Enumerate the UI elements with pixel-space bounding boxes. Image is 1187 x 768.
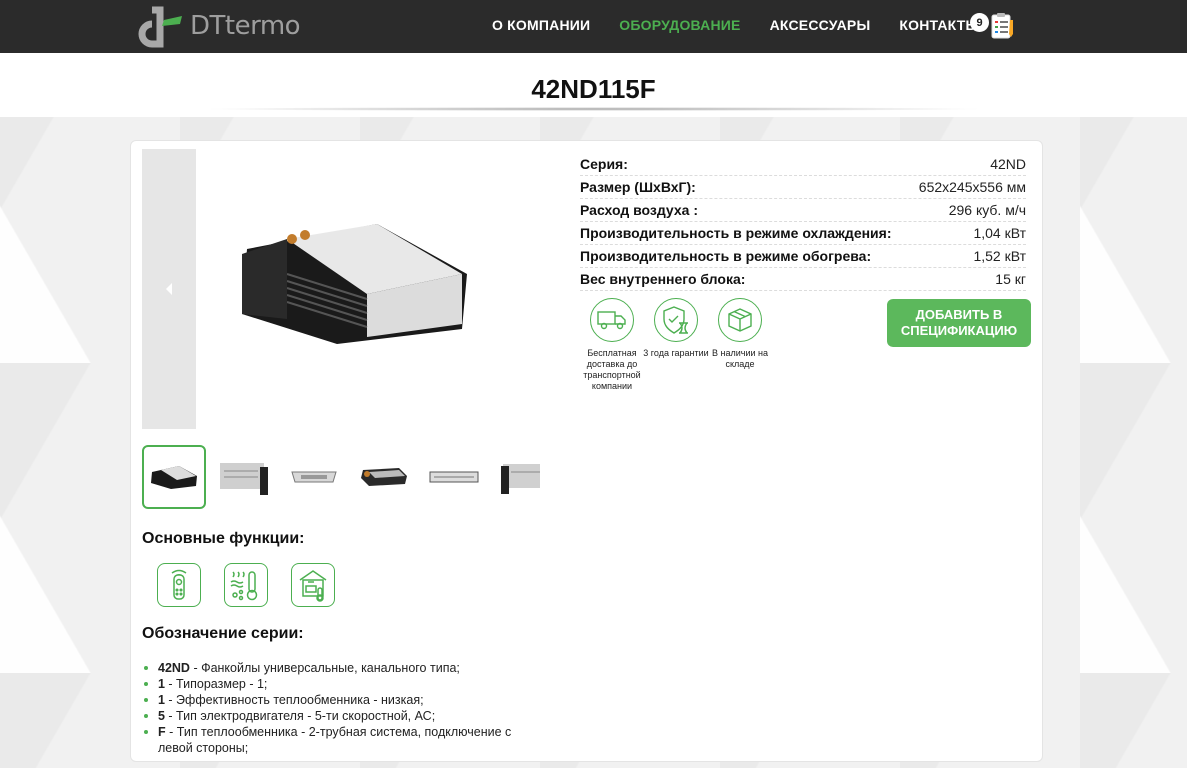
remote-control-icon	[157, 563, 201, 607]
product-card: Основные функции: Обозначение серии: 42N…	[130, 140, 1043, 762]
chevron-left-icon	[166, 283, 172, 295]
specification-cart[interactable]: 9	[970, 12, 1016, 40]
perk-warranty-text: 3 года гарантии	[643, 348, 709, 358]
main-nav: О КОМПАНИИ ОБОРУДОВАНИЕ АКСЕССУАРЫ КОНТА…	[492, 17, 1008, 33]
thumbnail-image	[429, 471, 479, 483]
logo-text: DTtermo	[190, 11, 301, 41]
perk-stock: В наличии на складе	[708, 298, 772, 392]
list-item: F - Тип теплообменника - 2-трубная систе…	[142, 724, 542, 756]
thumbnail-image	[361, 468, 407, 486]
spec-row-cooling: Производительность в режиме охлаждения: 1…	[580, 222, 1026, 245]
thumbnail-image	[501, 464, 540, 494]
thumbnail-1[interactable]	[142, 445, 206, 509]
spec-row-series: Серия: 42ND	[580, 153, 1026, 176]
truck-icon	[590, 298, 634, 342]
gallery-prev-button[interactable]	[142, 149, 196, 429]
thumbnail-image	[291, 471, 337, 483]
thumbnail-5[interactable]	[422, 445, 486, 509]
site-header: DTtermo О КОМПАНИИ ОБОРУДОВАНИЕ АКСЕССУА…	[0, 0, 1187, 53]
list-item: 1 - Эффективность теплообменника - низка…	[142, 692, 542, 708]
clipboard-list-icon	[991, 13, 1013, 39]
functions-title: Основные функции:	[142, 530, 305, 547]
nav-item-contacts[interactable]: КОНТАКТЫ	[899, 17, 979, 33]
series-title: Обозначение серии:	[142, 625, 304, 642]
nav-item-equipment[interactable]: ОБОРУДОВАНИЕ	[619, 17, 740, 33]
spec-table: Серия: 42ND Размер (ШхВхГ): 652x245x556 мм…	[580, 153, 1026, 291]
series-list: 42ND - Фанкойлы универсальные, канальног…	[142, 660, 542, 756]
heating-cooling-icon	[224, 563, 268, 607]
shield-hourglass-icon	[654, 298, 698, 342]
add-to-specification-button[interactable]: ДОБАВИТЬ В СПЕЦИФИКАЦИЮ	[887, 299, 1031, 347]
product-gallery	[142, 149, 540, 429]
thumbnail-image	[151, 466, 197, 489]
thumbnail-strip	[142, 445, 540, 509]
spec-row-heating: Производительность в режиме обогрева: 1,5…	[580, 245, 1026, 268]
perk-delivery-text: Бесплатная доставка до транспортной комп…	[583, 348, 641, 391]
spec-row-airflow: Расход воздуха :296 куб. м/ч	[580, 199, 1026, 222]
functions-list	[157, 563, 358, 607]
logo-mark-icon	[138, 6, 182, 48]
perk-warranty: 3 года гарантии	[643, 298, 709, 392]
list-item: 1 - Типоразмер - 1;	[142, 676, 542, 692]
perk-delivery: Бесплатная доставка до транспортной комп…	[580, 298, 644, 392]
box-icon	[718, 298, 762, 342]
logo[interactable]: DTtermo	[130, 4, 301, 48]
thumbnail-4[interactable]	[352, 445, 416, 509]
thumbnail-3[interactable]	[282, 445, 346, 509]
thumbnail-2[interactable]	[212, 445, 276, 509]
spec-row-weight: Вес внутреннего блока: 15 кг	[580, 268, 1026, 291]
nav-item-accessories[interactable]: АКСЕССУАРЫ	[770, 17, 871, 33]
product-image	[242, 224, 467, 344]
perk-stock-text: В наличии на складе	[712, 348, 768, 369]
thumbnail-image	[220, 463, 268, 495]
perks-list: Бесплатная доставка до транспортной комп…	[580, 298, 772, 392]
spec-count-badge: 9	[970, 13, 989, 32]
nav-item-about[interactable]: О КОМПАНИИ	[492, 17, 590, 33]
page-title: 42ND115F	[531, 74, 656, 104]
list-item: 5 - Тип электродвигателя - 5-ти скоростн…	[142, 708, 542, 724]
list-item: 42ND - Фанкойлы универсальные, канальног…	[142, 660, 542, 676]
thumbnail-6[interactable]	[492, 445, 540, 509]
spec-row-size: Размер (ШхВхГ): 652x245x556 мм	[580, 176, 1026, 199]
title-divider	[200, 107, 987, 111]
smart-home-icon	[291, 563, 335, 607]
